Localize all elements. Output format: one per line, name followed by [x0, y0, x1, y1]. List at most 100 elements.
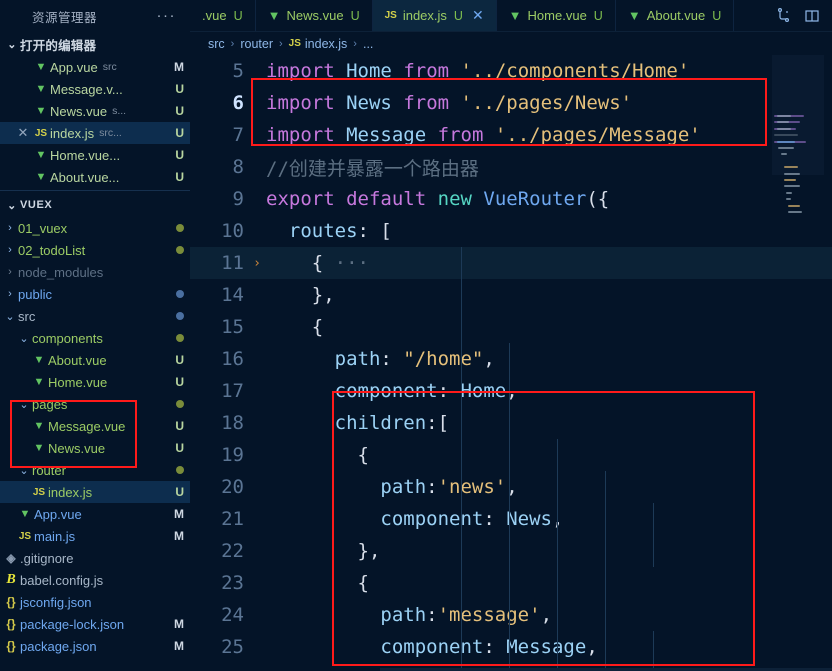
- tree-folder-public[interactable]: › public: [0, 283, 190, 305]
- code-line[interactable]: 20 path:'news',: [190, 471, 832, 503]
- indent-guide: [461, 247, 462, 671]
- tree-file-index.js[interactable]: JS index.js U: [0, 481, 190, 503]
- tree-file-package.json[interactable]: {} package.json M: [0, 635, 190, 657]
- file-name: News.vue: [48, 440, 106, 456]
- tree-file-App.vue[interactable]: ▼ App.vue M: [0, 503, 190, 525]
- chevron-down-icon: ⌄: [19, 332, 29, 345]
- code-editor[interactable]: 5 import Home from '../components/Home' 6 i…: [190, 55, 832, 671]
- tree-file-babel.config.js[interactable]: Bbabel.config.js: [0, 569, 190, 591]
- open-editor-filepath: src...: [99, 127, 122, 139]
- folder-name: 01_vuex: [18, 220, 68, 236]
- code-line[interactable]: 5 import Home from '../components/Home': [190, 55, 832, 87]
- git-status-badge: M: [174, 60, 184, 74]
- fold-collapsed-icon[interactable]: ›: [248, 256, 266, 271]
- vue-icon: ▼: [35, 105, 47, 117]
- code-line[interactable]: 23 {: [190, 567, 832, 599]
- line-number: 24: [221, 604, 244, 626]
- code-line[interactable]: 16 path: "/home",: [190, 343, 832, 375]
- split-terminal-icon[interactable]: [776, 7, 792, 24]
- code-line[interactable]: 19 {: [190, 439, 832, 471]
- project-section-header[interactable]: ⌄ VUEX: [0, 193, 190, 217]
- open-editor-item[interactable]: ✕ JS index.js src... U: [0, 122, 190, 144]
- file-name: Home.vue: [48, 374, 108, 390]
- tree-file-Home.vue[interactable]: ▼ Home.vue U: [0, 371, 190, 393]
- code-text: },: [266, 284, 335, 306]
- line-number: 21: [221, 508, 244, 530]
- git-status-badge: U: [175, 104, 184, 118]
- code-line[interactable]: 22 },: [190, 535, 832, 567]
- breadcrumb-item-file[interactable]: index.js: [305, 37, 347, 51]
- code-line[interactable]: 24 path:'message',: [190, 599, 832, 631]
- code-line[interactable]: 17 component: Home,: [190, 375, 832, 407]
- code-line[interactable]: 7 import Message from '../pages/Message': [190, 119, 832, 151]
- tree-file-main.js[interactable]: JS main.js M: [0, 525, 190, 547]
- breadcrumb-item-router[interactable]: router: [240, 37, 273, 51]
- code-line[interactable]: 14 },: [190, 279, 832, 311]
- code-line[interactable]: 11 › { ···: [190, 247, 832, 279]
- code-line[interactable]: 21 component: News,: [190, 503, 832, 535]
- open-editor-filename: App.vue: [50, 59, 98, 75]
- editor-tabbar: .vue U ▼ News.vue U JS index.js U ✕ ▼ Home.vue U ▼ Ab…: [190, 0, 832, 32]
- tree-folder-router[interactable]: ⌄ router: [0, 459, 190, 481]
- open-editor-filename: Home.vue...: [50, 147, 121, 163]
- tab-About-vue[interactable]: ▼ About.vue U: [615, 0, 735, 31]
- tree-folder-src[interactable]: ⌄ src: [0, 305, 190, 327]
- file-tree: › 01_vuex › 02_todoList › node_modules › public…: [0, 217, 190, 657]
- json-icon: {}: [6, 639, 16, 653]
- tree-file-jsconfig.json[interactable]: {} jsconfig.json: [0, 591, 190, 613]
- tab-git-state: U: [233, 8, 243, 23]
- code-text: children:[: [334, 412, 450, 434]
- file-name: package.json: [20, 638, 97, 654]
- open-editors-section-header[interactable]: ⌄ 打开的编辑器: [0, 32, 190, 56]
- tab-Home-vue[interactable]: ▼ Home.vue U: [496, 0, 616, 31]
- code-text: path:'message',: [380, 604, 553, 626]
- git-status-badge: U: [175, 82, 184, 96]
- breadcrumb-item-src[interactable]: src: [208, 37, 225, 51]
- split-editor-icon[interactable]: [804, 8, 820, 24]
- tree-file-News.vue[interactable]: ▼ News.vue U: [0, 437, 190, 459]
- code-line[interactable]: 15 {: [190, 311, 832, 343]
- code-text: path:'news',: [380, 476, 518, 498]
- code-line[interactable]: 9 export default new VueRouter({: [190, 183, 832, 215]
- tree-folder-node_modules[interactable]: › node_modules: [0, 261, 190, 283]
- breadcrumb: src › router › JS index.js › ...: [190, 32, 832, 55]
- breadcrumb-item-symbol[interactable]: ...: [363, 37, 373, 51]
- open-editor-item[interactable]: ▼ Message.v... U: [0, 78, 190, 100]
- open-editor-item[interactable]: ▼ App.vue src M: [0, 56, 190, 78]
- tree-folder-components[interactable]: ⌄ components: [0, 327, 190, 349]
- code-line[interactable]: 10 routes: [: [190, 215, 832, 247]
- tree-folder-01_vuex[interactable]: › 01_vuex: [0, 217, 190, 239]
- close-icon[interactable]: ✕: [14, 125, 32, 141]
- code-line[interactable]: 18 children:[: [190, 407, 832, 439]
- tree-file-package-lock.json[interactable]: {} package-lock.json M: [0, 613, 190, 635]
- indent-guide: [605, 471, 606, 671]
- line-number: 9: [232, 188, 244, 210]
- tab-close-icon[interactable]: ✕: [472, 7, 484, 24]
- explorer-more-actions-icon[interactable]: ···: [157, 8, 183, 23]
- code-line[interactable]: 25 component: Message,: [190, 631, 832, 663]
- tab-News-vue[interactable]: ▼ News.vue U: [255, 0, 373, 31]
- explorer-title: 资源管理器: [32, 10, 98, 25]
- vue-icon: ▼: [33, 376, 45, 388]
- chevron-down-icon: ⌄: [5, 310, 15, 323]
- tree-folder-02_todoList[interactable]: › 02_todoList: [0, 239, 190, 261]
- tree-file-About.vue[interactable]: ▼ About.vue U: [0, 349, 190, 371]
- tab-index-js[interactable]: JS index.js U ✕: [372, 0, 497, 31]
- code-line[interactable]: 6 import News from '../pages/News': [190, 87, 832, 119]
- indent-guide: [509, 343, 510, 671]
- tree-file-.gitignore[interactable]: ◈ .gitignore: [0, 547, 190, 569]
- open-editor-item[interactable]: ▼ About.vue... U: [0, 166, 190, 188]
- tab-git-state: U: [593, 8, 603, 23]
- code-line[interactable]: 8 //创建并暴露一个路由器: [190, 151, 832, 183]
- tab-git-state: U: [350, 8, 360, 23]
- folder-name: router: [32, 462, 66, 478]
- open-editor-filename: index.js: [50, 125, 95, 141]
- tab--vue[interactable]: .vue U: [190, 0, 256, 31]
- open-editor-item[interactable]: ▼ News.vue s... U: [0, 100, 190, 122]
- vue-icon: ▼: [35, 171, 47, 183]
- tree-folder-pages[interactable]: ⌄ pages: [0, 393, 190, 415]
- file-name: index.js: [48, 484, 93, 500]
- code-text: {: [266, 316, 324, 338]
- open-editor-item[interactable]: ▼ Home.vue... U: [0, 144, 190, 166]
- tree-file-Message.vue[interactable]: ▼ Message.vue U: [0, 415, 190, 437]
